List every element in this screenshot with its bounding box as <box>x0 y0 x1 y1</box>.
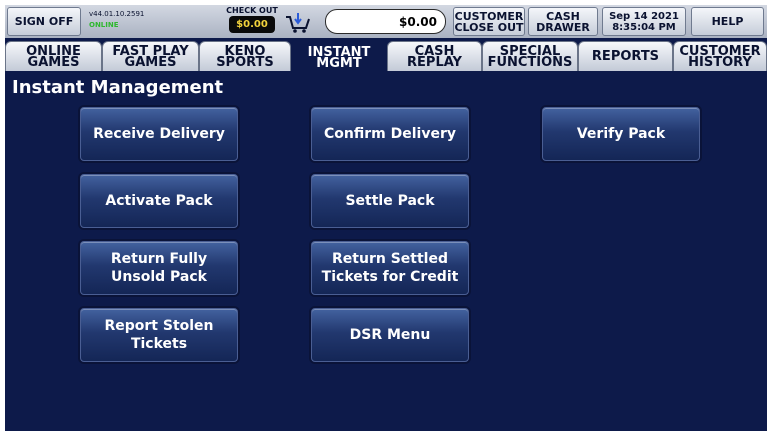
checkout-amount: $0.00 <box>229 16 275 33</box>
amount-display: $0.00 <box>325 9 446 34</box>
top-bar: SIGN OFF v44.01.10.2591 ONLINE CHECK OUT… <box>5 5 767 38</box>
receive-delivery-button[interactable]: Receive Delivery <box>80 107 238 161</box>
version-label: v44.01.10.2591 <box>89 10 145 18</box>
tab-keno-sports[interactable]: KENO SPORTS <box>199 41 291 71</box>
datetime-display: Sep 14 2021 8:35:04 PM <box>602 7 686 36</box>
tab-reports[interactable]: REPORTS <box>578 41 673 71</box>
activate-pack-button[interactable]: Activate Pack <box>80 174 238 228</box>
connection-status: ONLINE <box>89 21 119 29</box>
return-settled-tickets-button[interactable]: Return Settled Tickets for Credit <box>311 241 469 295</box>
sign-off-button[interactable]: SIGN OFF <box>7 7 81 36</box>
terminal-status: v44.01.10.2591 ONLINE <box>85 7 219 36</box>
verify-pack-button[interactable]: Verify Pack <box>542 107 700 161</box>
tab-fast-play-games[interactable]: FAST PLAY GAMES <box>102 41 199 71</box>
cart-icon[interactable] <box>284 9 312 35</box>
app-window: SIGN OFF v44.01.10.2591 ONLINE CHECK OUT… <box>5 5 767 431</box>
settle-pack-button[interactable]: Settle Pack <box>311 174 469 228</box>
tab-cash-replay[interactable]: CASH REPLAY <box>387 41 482 71</box>
tab-special-functions[interactable]: SPECIAL FUNCTIONS <box>482 41 578 71</box>
page-title: Instant Management <box>12 77 224 98</box>
tab-customer-history[interactable]: CUSTOMER HISTORY <box>673 41 767 71</box>
tab-bar: ONLINE GAMES FAST PLAY GAMES KENO SPORTS… <box>5 39 767 75</box>
dsr-menu-button[interactable]: DSR Menu <box>311 308 469 362</box>
checkout-button[interactable]: CHECK OUT $0.00 <box>225 6 279 37</box>
confirm-delivery-button[interactable]: Confirm Delivery <box>311 107 469 161</box>
tab-instant-mgmt[interactable]: INSTANT MGMT <box>291 39 387 75</box>
report-stolen-tickets-button[interactable]: Report Stolen Tickets <box>80 308 238 362</box>
cash-drawer-button[interactable]: CASH DRAWER <box>528 7 598 36</box>
tab-online-games[interactable]: ONLINE GAMES <box>5 41 102 71</box>
help-button[interactable]: HELP <box>691 7 764 36</box>
return-unsold-pack-button[interactable]: Return Fully Unsold Pack <box>80 241 238 295</box>
customer-closeout-button[interactable]: CUSTOMER CLOSE OUT <box>453 7 525 36</box>
checkout-label: CHECK OUT <box>226 6 278 15</box>
